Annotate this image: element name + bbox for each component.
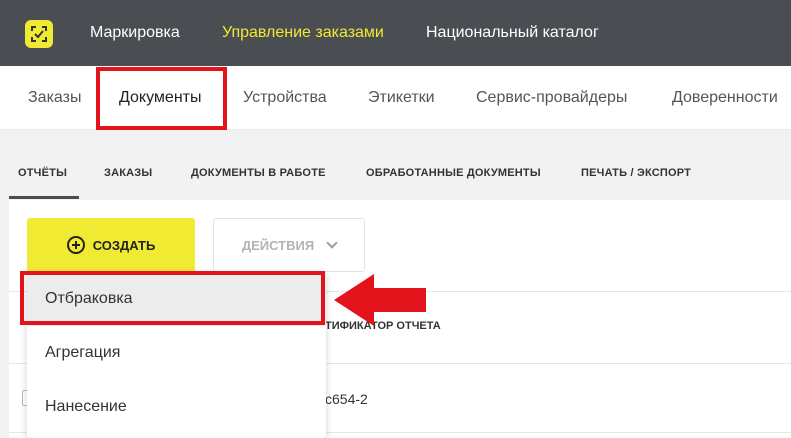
dropdown-item-application[interactable]: Нанесение [27,380,326,434]
document-tabs: ОТЧЁТЫ ЗАКАЗЫ ДОКУМЕНТЫ В РАБОТЕ ОБРАБОТ… [0,131,791,201]
tab-orders[interactable]: ЗАКАЗЫ [104,131,152,201]
marking-logo-icon[interactable] [25,20,53,48]
tab-reports[interactable]: ОТЧЁТЫ [18,131,67,201]
actions-button-label: ДЕЙСТВИЯ [241,237,315,253]
red-arrow-left-icon [334,274,426,326]
subnav-orders[interactable]: Заказы [28,66,81,130]
subnav-devices[interactable]: Устройства [243,66,327,130]
tab-processed-documents[interactable]: ОБРАБОТАННЫЕ ДОКУМЕНТЫ [366,131,541,201]
subnav-powers-of-attorney[interactable]: Доверенности [672,66,778,130]
topnav-order-management[interactable]: Управление заказами [222,0,384,66]
tab-print-export[interactable]: ПЕЧАТЬ / ЭКСПОРТ [581,131,691,201]
chevron-down-icon [326,237,338,249]
report-identifier-cell: c654-2 [325,391,368,407]
rejection-highlight-box [20,271,325,325]
active-tab-indicator [9,196,79,199]
actions-button[interactable]: ДЕЙСТВИЯ [213,218,365,272]
subnav-service-providers[interactable]: Сервис-провайдеры [476,66,627,130]
topnav-national-catalog[interactable]: Национальный каталог [426,0,599,66]
subnav-labels[interactable]: Этикетки [368,66,435,130]
tab-documents-in-progress[interactable]: ДОКУМЕНТЫ В РАБОТЕ [191,131,326,201]
topnav-marking[interactable]: Маркировка [90,0,180,66]
create-button-label: СОЗДАТЬ [92,237,156,253]
plus-circle-icon [66,236,85,254]
dropdown-item-aggregation[interactable]: Агрегация [27,326,326,380]
create-button[interactable]: СОЗДАТЬ [27,218,195,272]
top-navigation-bar: Маркировка Управление заказами Националь… [0,0,791,66]
documents-highlight-box [96,67,227,130]
